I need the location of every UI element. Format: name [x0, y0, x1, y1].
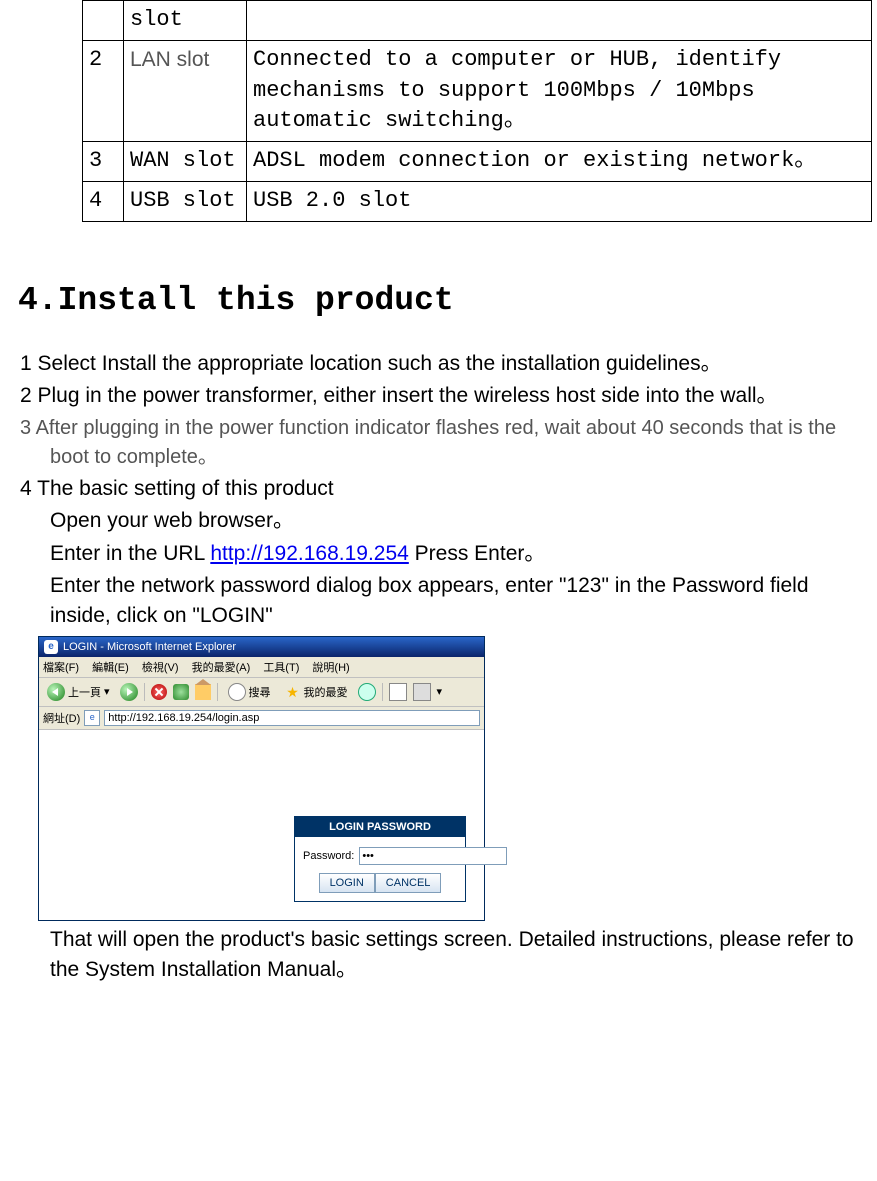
cell-name: USB slot — [124, 181, 247, 221]
menu-file[interactable]: 檔案(F) — [43, 662, 79, 674]
step-4a: 4 The basic setting of this product — [20, 474, 857, 504]
separator — [217, 683, 218, 701]
cell-desc: ADSL modem connection or existing networ… — [247, 142, 872, 182]
login-button[interactable]: LOGIN — [319, 873, 375, 893]
forward-button[interactable] — [120, 683, 138, 701]
favorites-button[interactable]: ★我的最愛 — [281, 682, 352, 702]
step-4c-post: Press Enter。 — [409, 542, 546, 565]
ie-icon: e — [44, 640, 58, 654]
password-label: Password: — [303, 850, 354, 862]
address-input[interactable] — [104, 710, 480, 726]
menu-view[interactable]: 檢視(V) — [142, 662, 179, 674]
step-4c-pre: Enter in the URL — [50, 542, 210, 565]
history-icon[interactable] — [358, 683, 376, 701]
back-arrow-icon — [47, 683, 65, 701]
table-row: 2 LAN slot Connected to a computer or HU… — [83, 40, 872, 141]
ie-address-bar: 網址(D) e — [39, 707, 484, 730]
table-row: slot — [83, 1, 872, 41]
step-4d: Enter the network password dialog box ap… — [20, 571, 857, 632]
more-icon[interactable]: ▾ — [437, 685, 443, 698]
cell-desc: Connected to a computer or HUB, identify… — [247, 40, 872, 141]
ie-screenshot: e LOGIN - Microsoft Internet Explorer 檔案… — [38, 636, 485, 921]
section-heading: 4.Install this product — [18, 282, 867, 319]
step-4e: That will open the product's basic setti… — [20, 925, 857, 986]
slot-table: slot 2 LAN slot Connected to a computer … — [82, 0, 872, 222]
step-1: 1 Select Install the appropriate locatio… — [20, 349, 857, 379]
menu-tools[interactable]: 工具(T) — [263, 662, 299, 674]
cell-num — [83, 1, 124, 41]
page-icon: e — [84, 710, 100, 726]
search-icon — [228, 683, 246, 701]
ie-titlebar: e LOGIN - Microsoft Internet Explorer — [39, 637, 484, 657]
cell-desc: USB 2.0 slot — [247, 181, 872, 221]
cell-name: slot — [124, 1, 247, 41]
ie-menubar: 檔案(F) 編輯(E) 檢視(V) 我的最愛(A) 工具(T) 說明(H) — [39, 657, 484, 678]
cell-num: 2 — [83, 40, 124, 141]
step-4c: Enter in the URL http://192.168.19.254 P… — [20, 539, 857, 569]
back-button[interactable]: 上一頁 ▾ — [43, 681, 114, 703]
login-dialog-title: LOGIN PASSWORD — [295, 817, 465, 837]
step-4b: Open your web browser。 — [20, 506, 857, 536]
menu-help[interactable]: 說明(H) — [312, 662, 349, 674]
favorites-label: 我的最愛 — [304, 684, 348, 700]
separator — [144, 683, 145, 701]
router-url-link[interactable]: http://192.168.19.254 — [210, 542, 409, 565]
home-icon[interactable] — [195, 684, 211, 700]
mail-icon[interactable] — [389, 683, 407, 701]
login-dialog: LOGIN PASSWORD Password: LOGIN CANCEL — [294, 816, 466, 902]
refresh-icon[interactable] — [173, 684, 189, 700]
step-2: 2 Plug in the power transformer, either … — [20, 381, 857, 411]
password-field[interactable] — [359, 847, 507, 865]
menu-favorites[interactable]: 我的最愛(A) — [192, 662, 251, 674]
search-label: 搜尋 — [249, 684, 271, 700]
cancel-button[interactable]: CANCEL — [375, 873, 442, 893]
separator — [382, 683, 383, 701]
step-3: 3 After plugging in the power function i… — [20, 414, 857, 472]
ie-toolbar: 上一頁 ▾ 搜尋 ★我的最愛 ▾ — [39, 678, 484, 707]
cell-num: 4 — [83, 181, 124, 221]
cell-desc — [247, 1, 872, 41]
back-label: 上一頁 — [68, 684, 101, 700]
star-icon: ★ — [285, 684, 301, 700]
ie-title-text: LOGIN - Microsoft Internet Explorer — [63, 641, 236, 653]
cell-num: 3 — [83, 142, 124, 182]
ie-content-area: LOGIN PASSWORD Password: LOGIN CANCEL — [39, 730, 484, 920]
stop-icon[interactable] — [151, 684, 167, 700]
menu-edit[interactable]: 編輯(E) — [92, 662, 129, 674]
cell-name: WAN slot — [124, 142, 247, 182]
cell-name: LAN slot — [124, 40, 247, 141]
print-icon[interactable] — [413, 683, 431, 701]
table-row: 4 USB slot USB 2.0 slot — [83, 181, 872, 221]
address-label: 網址(D) — [43, 710, 80, 726]
search-button[interactable]: 搜尋 — [224, 681, 275, 703]
table-row: 3 WAN slot ADSL modem connection or exis… — [83, 142, 872, 182]
